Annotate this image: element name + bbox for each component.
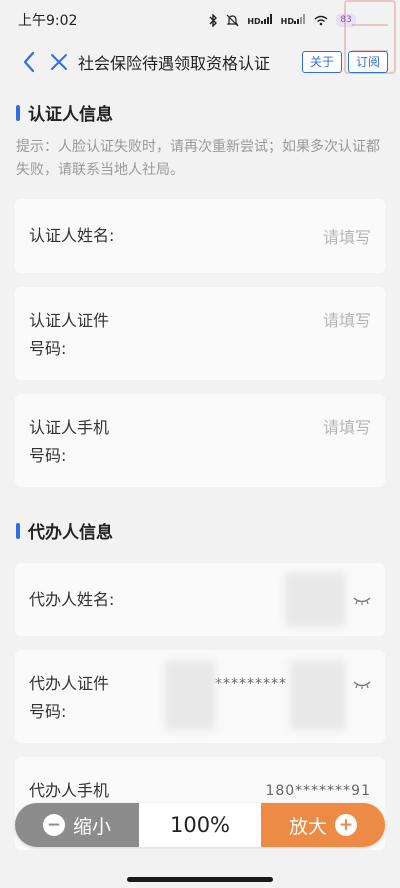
section-accent-bar [16,104,20,121]
subscribe-button[interactable]: 订阅 [347,51,388,73]
bottom-background [0,850,400,888]
about-button[interactable]: 关于 [301,51,342,73]
certifier-name-field[interactable]: 认证人姓名: 请填写 [15,199,385,273]
battery-indicator: 83 [336,13,356,27]
status-bar: 上午9:02 HD HD 83 [0,0,400,40]
certifier-phone-field[interactable]: 认证人手机 号码: 请填写 [15,394,385,487]
hd-signal-icon-2: HD [281,13,306,27]
zoom-out-button[interactable]: − 缩小 [15,803,139,847]
agent-name-field[interactable]: 代办人姓名: [15,563,385,636]
page-title: 社会保险待遇领取资格认证 [78,54,271,73]
plus-icon: + [335,814,357,836]
zoom-out-label: 缩小 [72,815,111,838]
home-indicator[interactable] [127,877,273,882]
agent-id-field[interactable]: 代办人证件 号码: ********* [15,650,385,743]
agent-phone-value: 180*******91 [265,783,371,799]
minus-icon: − [42,814,65,836]
agent-name-value-wrap [347,594,371,606]
certifier-id-field[interactable]: 认证人证件 号码: 请填写 [15,287,385,380]
agent-phone-label: 代办人手机 [29,781,110,800]
certifier-name-label: 认证人姓名: [29,226,115,245]
certifier-name-input[interactable]: 请填写 [323,224,371,248]
section-accent-bar [16,522,20,539]
nav-bar: 社会保险待遇领取资格认证 关于 订阅 [0,40,400,84]
zoom-level: 100% [139,803,261,847]
agent-section-label: 代办人信息 [28,523,113,543]
certifier-phone-input[interactable]: 请填写 [323,414,371,442]
close-icon [51,54,67,70]
close-button[interactable] [44,47,74,77]
agent-id-label: 代办人证件 号码: [29,674,110,721]
certifier-section-label: 认证人信息 [28,105,113,125]
certifier-section-title: 认证人信息 [16,100,113,125]
bluetooth-icon [209,13,218,27]
mute-icon [226,14,239,26]
zoom-in-label: 放大 [288,815,327,838]
status-time: 上午9:02 [18,13,78,29]
eye-off-icon[interactable] [353,678,371,690]
eye-off-icon[interactable] [353,594,371,606]
status-icons: HD HD 83 [208,13,356,27]
agent-name-label: 代办人姓名: [29,589,115,609]
certification-hint: 提示：人脸认证失败时，请再次重新尝试；如果多次认证都失败，请联系当地人社局。 [16,139,380,178]
certifier-phone-label: 认证人手机 号码: [29,418,110,465]
hd-signal-icon: HD [247,13,272,27]
wifi-icon [314,15,328,25]
back-button[interactable] [14,47,44,77]
certifier-id-label: 认证人证件 号码: [29,311,110,358]
agent-section-title: 代办人信息 [16,518,113,543]
zoom-in-button[interactable]: 放大 + [261,803,385,847]
chevron-left-icon [23,51,35,73]
certifier-id-input[interactable]: 请填写 [323,307,371,335]
zoom-control: − 缩小 100% 放大 + [15,803,385,847]
agent-id-value-wrap: ********* [215,676,371,692]
agent-id-value: ********* [215,676,287,692]
